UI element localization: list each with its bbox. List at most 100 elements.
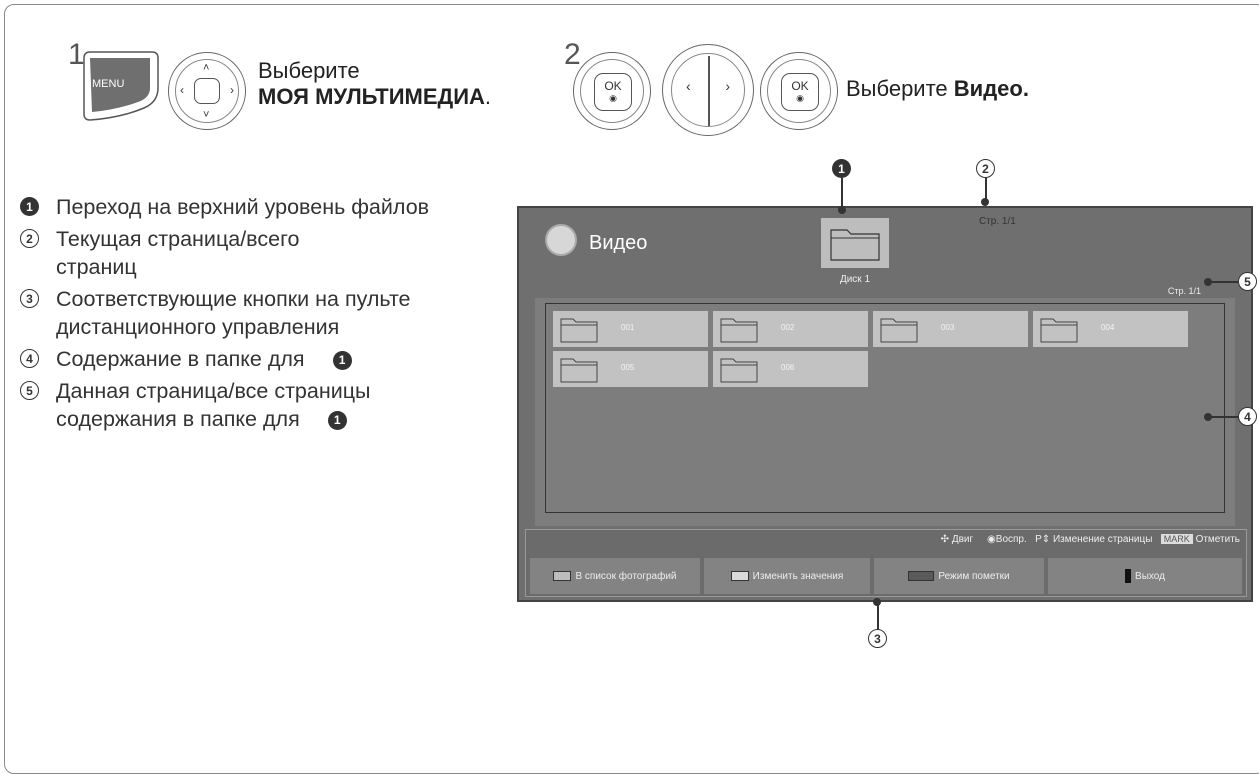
ok-button-1-ring: OK ◉ bbox=[580, 59, 644, 123]
nav-play: Воспр. bbox=[995, 534, 1027, 545]
tv-screen: Видео Диск 1 Стр. 1/1 Стр. 1/1 001 002 0… bbox=[517, 206, 1253, 602]
legend-ref-4: 1 bbox=[332, 350, 352, 370]
legend-text-3: Соответствующие кнопки на пульте дистанц… bbox=[56, 287, 411, 339]
legend-num-4: 4 bbox=[20, 349, 39, 368]
legend-num-3: 3 bbox=[20, 289, 39, 308]
right-arrow-icon: › bbox=[725, 78, 730, 94]
ok-label: OK bbox=[604, 79, 622, 93]
nav-move: Двиг bbox=[951, 534, 974, 545]
callout-4-line bbox=[1210, 416, 1238, 418]
legend-ref-5: 1 bbox=[327, 410, 347, 430]
legend-item-2: 2 Текущая страница/всего страниц bbox=[16, 225, 386, 281]
drive-label: Диск 1 bbox=[839, 274, 871, 285]
callout-2: 2 bbox=[976, 159, 995, 178]
step1-line1: Выберите bbox=[258, 58, 360, 83]
folder-icon bbox=[880, 318, 918, 343]
step2-number: 2 bbox=[564, 38, 581, 71]
page-indicator-top: Стр. 1/1 bbox=[979, 216, 1016, 227]
dpad-button[interactable]: ˄ ˅ ‹ › bbox=[168, 52, 246, 130]
left-right-ring: ‹ › bbox=[671, 53, 745, 127]
ok-dot-icon-2: ◉ bbox=[796, 93, 804, 103]
screen-title: Видео bbox=[589, 232, 648, 254]
folder-item-001[interactable]: 001 bbox=[553, 311, 708, 347]
folder-item-002[interactable]: 002 bbox=[713, 311, 868, 347]
step2-bold: Видео. bbox=[953, 76, 1029, 101]
left-right-button[interactable]: ‹ › bbox=[662, 44, 754, 136]
folder-grid: 001 002 003 004 005 006 bbox=[545, 303, 1225, 513]
callout-5-line bbox=[1210, 281, 1238, 283]
folder-item-006[interactable]: 006 bbox=[713, 351, 868, 387]
folder-item-005[interactable]: 005 bbox=[553, 351, 708, 387]
callout-5: 5 bbox=[1238, 272, 1257, 291]
folder-item-004[interactable]: 004 bbox=[1033, 311, 1188, 347]
callout-3: 3 bbox=[868, 629, 887, 648]
change-values-button[interactable]: Изменить значения bbox=[704, 558, 870, 594]
callout-4: 4 bbox=[1238, 407, 1257, 426]
step1-text: Выберите МОЯ МУЛЬТИМЕДИА. bbox=[258, 58, 491, 110]
step2-prefix: Выберите bbox=[846, 76, 954, 101]
mark-mode-button[interactable]: Режим пометки bbox=[874, 558, 1044, 594]
video-icon bbox=[545, 224, 577, 256]
nav-mark: Отметить bbox=[1195, 534, 1240, 545]
folder-label: 006 bbox=[781, 363, 795, 372]
photo-list-label: В список фотографий bbox=[575, 570, 677, 582]
photo-list-button[interactable]: В список фотографий bbox=[530, 558, 700, 594]
ok-dot-icon: ◉ bbox=[609, 93, 617, 103]
legend-text-5: Данная страница/все страницы содержания … bbox=[56, 379, 371, 431]
callout-1: 1 bbox=[832, 159, 851, 178]
dpad-up-icon: ˄ bbox=[203, 62, 210, 74]
legend-num-1: 1 bbox=[20, 197, 39, 216]
mark-mode-swatch bbox=[908, 571, 935, 581]
dpad-left-icon: ‹ bbox=[180, 83, 184, 97]
mark-key: MARK bbox=[1160, 534, 1193, 544]
folder-item-003[interactable]: 003 bbox=[873, 311, 1028, 347]
dpad-down-icon: ˅ bbox=[203, 109, 210, 121]
folder-label: 003 bbox=[941, 323, 955, 332]
step1-suffix: . bbox=[484, 84, 492, 109]
legend-item-4: 4 Содержание в папке для 1 bbox=[16, 345, 456, 373]
photo-list-swatch bbox=[553, 571, 572, 581]
folder-up-icon bbox=[830, 229, 880, 261]
play-icon: ◉ bbox=[987, 534, 996, 545]
menu-button-label: MENU bbox=[92, 78, 125, 90]
change-values-label: Изменить значения bbox=[752, 570, 844, 582]
menu-button[interactable]: MENU bbox=[80, 48, 162, 123]
left-right-divider bbox=[708, 56, 710, 126]
dpad-right-icon: › bbox=[230, 83, 234, 97]
dpad-center bbox=[194, 78, 220, 104]
ok-button-1-face: OK ◉ bbox=[594, 73, 632, 111]
nav-hints: ✣ Двиг ◉Воспр. P⇕ Изменение страницы MAR… bbox=[941, 534, 1240, 545]
folder-content-area: 001 002 003 004 005 006 bbox=[535, 298, 1235, 526]
folder-icon bbox=[720, 318, 758, 343]
ok-button-1[interactable]: OK ◉ bbox=[573, 52, 651, 130]
ok-label-2: OK bbox=[791, 79, 809, 93]
ok-button-2-face: OK ◉ bbox=[781, 73, 819, 111]
legend-text-1: Переход на верхний уровень файлов bbox=[56, 195, 430, 219]
callout-2-dot bbox=[981, 198, 989, 206]
folder-icon bbox=[560, 358, 598, 383]
legend-text-4: Содержание в папке для bbox=[56, 347, 305, 371]
bottom-bar: ✣ Двиг ◉Воспр. P⇕ Изменение страницы MAR… bbox=[525, 529, 1247, 597]
dpad-ring: ˄ ˅ ‹ › bbox=[175, 59, 239, 123]
exit-door-icon bbox=[1125, 569, 1132, 583]
legend-num-5: 5 bbox=[20, 381, 39, 400]
legend-item-1: 1 Переход на верхний уровень файлов bbox=[16, 193, 476, 221]
step2-text: Выберите Видео. bbox=[846, 76, 1029, 102]
folder-icon bbox=[560, 318, 598, 343]
exit-label: Выход bbox=[1135, 570, 1165, 582]
folder-label: 005 bbox=[621, 363, 635, 372]
folder-label: 004 bbox=[1101, 323, 1115, 332]
ok-button-2[interactable]: OK ◉ bbox=[760, 52, 838, 130]
legend-item-3: 3 Соответствующие кнопки на пульте диста… bbox=[16, 285, 476, 341]
nav-page-change: Изменение страницы bbox=[1052, 534, 1153, 545]
folder-label: 002 bbox=[781, 323, 795, 332]
move-icon: ✣ bbox=[940, 534, 950, 545]
ok-button-2-ring: OK ◉ bbox=[767, 59, 831, 123]
step1-line2: МОЯ МУЛЬТИМЕДИА bbox=[258, 84, 485, 109]
change-values-swatch bbox=[730, 571, 749, 581]
legend-num-2: 2 bbox=[20, 229, 39, 248]
left-arrow-icon: ‹ bbox=[686, 78, 691, 94]
drive-folder-button[interactable] bbox=[821, 218, 889, 268]
page-indicator-right: Стр. 1/1 bbox=[1167, 286, 1201, 296]
exit-button[interactable]: Выход bbox=[1048, 558, 1242, 594]
